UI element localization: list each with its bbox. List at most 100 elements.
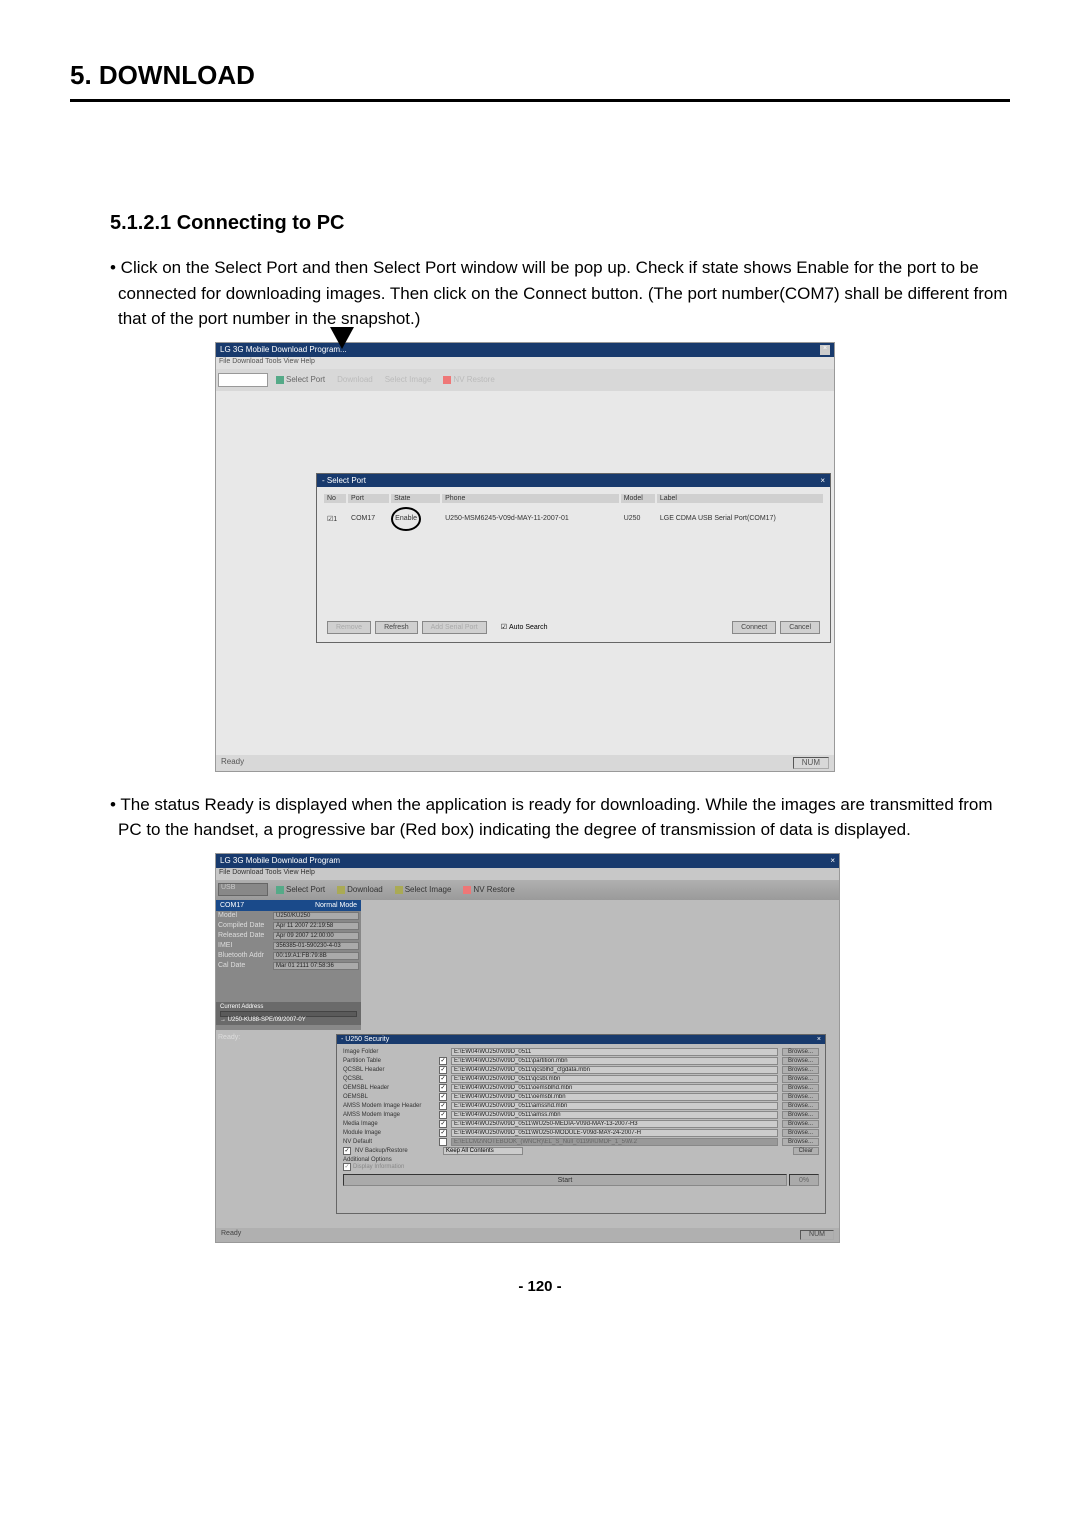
display-info-checkbox[interactable]: ✓ Display Information — [343, 1163, 819, 1171]
dialog-close-icon[interactable]: × — [820, 476, 825, 485]
compiled-label: Compiled Date — [218, 922, 273, 930]
cell-state: Enable — [391, 505, 440, 533]
checkbox[interactable]: ✓ — [439, 1057, 447, 1065]
cell-port: COM17 — [348, 505, 389, 533]
remove-button[interactable]: Remove — [327, 621, 371, 634]
checkbox[interactable]: ✓ — [439, 1075, 447, 1083]
checkbox[interactable]: ✓ — [439, 1084, 447, 1092]
screenshot-2-container: LG 3G Mobile Download Program × File Dow… — [215, 853, 1010, 1243]
select-port-dialog: - Select Port × No Port State Phone Mode… — [316, 473, 831, 643]
checkbox[interactable]: ✓ — [439, 1129, 447, 1137]
checkbox[interactable] — [439, 1138, 447, 1146]
progress-detail: → U250-KU88-SPE/09/2007-0Y — [220, 1017, 306, 1023]
bt-label: Bluetooth Addr — [218, 952, 273, 960]
dialog-button-row: Remove Refresh Add Serial Port ☑ Auto Se… — [317, 621, 830, 634]
status-ready: Ready — [221, 757, 244, 769]
progress-label: Current Address — [220, 1004, 263, 1010]
port-dropdown[interactable] — [218, 373, 268, 387]
browse-button[interactable]: Browse... — [782, 1120, 819, 1128]
close-icon-2[interactable]: × — [830, 856, 835, 866]
dialog-title-bar: - Select Port × — [317, 474, 830, 487]
browse-button[interactable]: Browse... — [782, 1066, 819, 1074]
browse-button[interactable]: Browse... — [782, 1084, 819, 1092]
cell-model: U250 — [621, 505, 655, 533]
progress-section: Current Address → U250-KU88-SPE/09/2007-… — [216, 1002, 361, 1025]
select-port-button[interactable]: Select Port — [272, 374, 329, 385]
close-icon[interactable]: × — [820, 345, 830, 355]
sec-row-media: Media Image ✓ E:\EW04\WU250\v09D_0511\WU… — [343, 1120, 819, 1128]
auto-search-checkbox[interactable]: ☑ Auto Search — [501, 623, 548, 631]
download-button-2[interactable]: Download — [333, 884, 387, 895]
nv-restore-button[interactable]: NV Restore — [439, 374, 498, 385]
arrow-pointer-icon — [330, 327, 354, 349]
col-no: No — [324, 494, 346, 503]
toolbar: Select Port Download Select Image NV Res… — [216, 369, 834, 391]
browse-button[interactable]: Browse... — [782, 1111, 819, 1119]
select-image-button-2[interactable]: Select Image — [391, 884, 456, 895]
menu-bar[interactable]: File Download Tools View Help — [216, 357, 834, 369]
browse-button[interactable]: Browse... — [782, 1129, 819, 1137]
security-content: Image Folder E:\EW04\WU250\v09D_0511 Bro… — [337, 1044, 825, 1190]
browse-button[interactable]: Browse... — [782, 1093, 819, 1101]
para2-text: The status Ready is displayed when the a… — [116, 795, 993, 840]
cancel-button[interactable]: Cancel — [780, 621, 820, 634]
browse-button[interactable]: Browse... — [782, 1138, 819, 1146]
refresh-button[interactable]: Refresh — [375, 621, 418, 634]
security-dialog: - U250 Security × Image Folder E:\EW04\W… — [336, 1034, 826, 1214]
window-title-2: LG 3G Mobile Download Program — [220, 856, 340, 866]
cell-phone: U250-MSM6245-V09d-MAY-11-2007-01 — [442, 505, 619, 533]
checkbox[interactable]: ✓ — [439, 1111, 447, 1119]
cal-label: Cal Date — [218, 962, 273, 970]
table-row[interactable]: ☑1 COM17 Enable U250-MSM6245-V09d-MAY-11… — [324, 505, 823, 533]
toolbar-2: USB Select Port Download Select Image NV… — [216, 880, 839, 900]
sec-row-qcsbl: QCSBL ✓ E:\EW04\WU250\v09D_0511\qcsbl.mb… — [343, 1075, 819, 1083]
window-title-bar: LG 3G Mobile Download Program... × — [216, 343, 834, 357]
page-title: 5. DOWNLOAD — [70, 60, 1010, 91]
status-num-2: NUM — [800, 1230, 834, 1240]
screenshot-1-container: LG 3G Mobile Download Program... × File … — [215, 342, 1010, 772]
sec-row-amss-header: AMSS Modem Image Header ✓ E:\EW04\WU250\… — [343, 1102, 819, 1110]
dialog-content: No Port State Phone Model Label ☑1 COM17… — [317, 487, 830, 540]
checkbox[interactable]: ✓ — [343, 1147, 351, 1155]
checkbox[interactable]: ✓ — [439, 1120, 447, 1128]
checkbox[interactable]: ✓ — [439, 1066, 447, 1074]
checkbox[interactable]: ✓ — [439, 1093, 447, 1101]
nv-backup-select[interactable]: Keep All Contents — [443, 1147, 523, 1155]
download-button[interactable]: Download — [333, 374, 377, 385]
paragraph-2: • The status Ready is displayed when the… — [118, 792, 1010, 843]
checkbox[interactable]: ✓ — [343, 1163, 351, 1171]
status-bar-2: Ready NUM — [216, 1228, 839, 1242]
connect-button[interactable]: Connect — [732, 621, 776, 634]
screenshot-2: LG 3G Mobile Download Program × File Dow… — [215, 853, 840, 1243]
add-serial-button[interactable]: Add Serial Port — [422, 621, 487, 634]
select-port-button-2[interactable]: Select Port — [272, 884, 329, 895]
browse-button[interactable]: Browse... — [782, 1057, 819, 1065]
sec-row-qcsbl-header: QCSBL Header ✓ E:\EW04\WU250\v09D_0511\q… — [343, 1066, 819, 1074]
model-value: U250/KU250 — [273, 912, 359, 920]
clear-button[interactable]: Clear — [793, 1147, 819, 1155]
cal-value: Mar 01 2111 07:58:36 — [273, 962, 359, 970]
sec-row-nv-default: NV Default E:\ELCM2\NOTEBOOK_(WNCR)\EL_S… — [343, 1138, 819, 1146]
status-bar: Ready NUM — [216, 755, 834, 771]
checkbox[interactable]: ✓ — [439, 1102, 447, 1110]
released-label: Released Date — [218, 932, 273, 940]
cell-no: ☑1 — [324, 505, 346, 533]
mode-label: Normal Mode — [315, 902, 357, 909]
start-section: Start 0% — [343, 1174, 819, 1186]
browse-button[interactable]: Browse... — [782, 1048, 819, 1056]
cell-label: LGE CDMA USB Serial Port(COM17) — [657, 505, 823, 533]
browse-button[interactable]: Browse... — [782, 1075, 819, 1083]
sec-row-image-folder: Image Folder E:\EW04\WU250\v09D_0511 Bro… — [343, 1048, 819, 1056]
screenshot-1: LG 3G Mobile Download Program... × File … — [215, 342, 835, 772]
port-table: No Port State Phone Model Label ☑1 COM17… — [322, 492, 825, 535]
browse-button[interactable]: Browse... — [782, 1102, 819, 1110]
start-button[interactable]: Start — [343, 1174, 787, 1186]
menu-bar-2[interactable]: File Download Tools View Help — [216, 868, 839, 880]
security-close-icon[interactable]: × — [817, 1036, 821, 1043]
col-label: Label — [657, 494, 823, 503]
status-num: NUM — [793, 757, 829, 769]
port-dropdown-2[interactable]: USB — [218, 883, 268, 896]
col-phone: Phone — [442, 494, 619, 503]
select-image-button[interactable]: Select Image — [381, 374, 436, 385]
nv-restore-button-2[interactable]: NV Restore — [459, 884, 518, 895]
